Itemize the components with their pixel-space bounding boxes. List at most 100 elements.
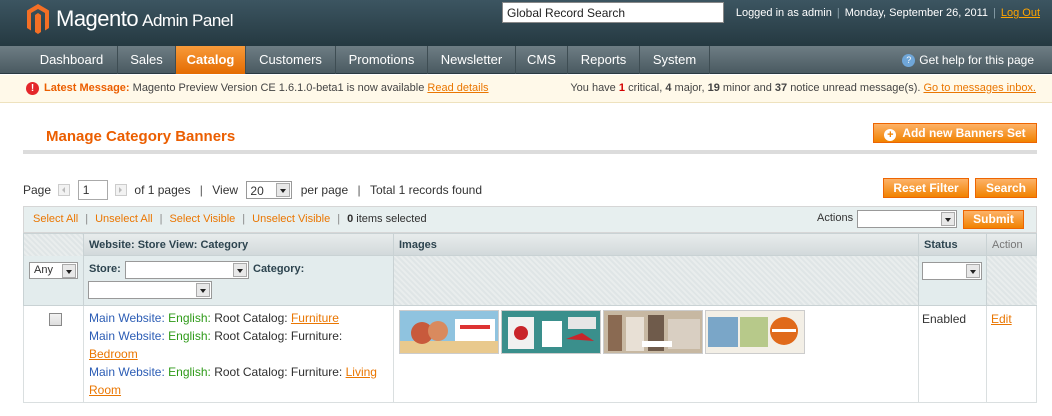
- path-text: Root Catalog:: [214, 311, 288, 325]
- critical-count: 1: [618, 82, 625, 94]
- select-all-link[interactable]: Select All: [33, 213, 78, 225]
- submit-button[interactable]: Submit: [963, 210, 1024, 229]
- unselect-all-link[interactable]: Unselect All: [95, 213, 152, 225]
- global-search-input[interactable]: [502, 2, 724, 23]
- summary-prefix: You have: [570, 82, 616, 94]
- category-link[interactable]: Furniture: [291, 311, 339, 325]
- next-page-icon[interactable]: [115, 183, 128, 196]
- main-nav: Dashboard Sales Catalog Customers Promot…: [0, 46, 1052, 74]
- selected-count: 0: [347, 213, 354, 225]
- of-pages-text: of 1 pages: [134, 182, 191, 197]
- chevron-down-icon: [966, 264, 980, 278]
- column-category[interactable]: Website: Store View: Category: [83, 234, 393, 256]
- grid-header: Website: Store View: Category Images Sta…: [23, 233, 1037, 256]
- nav-promotions[interactable]: Promotions: [336, 46, 428, 74]
- magento-logo-icon: [27, 4, 49, 34]
- action-filter-cell: [986, 256, 1037, 305]
- major-count: 4: [665, 82, 672, 94]
- nav-customers[interactable]: Customers: [246, 46, 336, 74]
- category-link[interactable]: Bedroom: [89, 347, 138, 361]
- brand-name: Magento: [56, 6, 139, 31]
- page-title: Manage Category Banners: [46, 128, 236, 145]
- massaction-links: Select All | Unselect All | Select Visible | U…: [33, 213, 427, 225]
- edit-link[interactable]: Edit: [991, 312, 1012, 326]
- website-text: Main Website:: [89, 329, 165, 343]
- header-user-info: Logged in as admin | Monday, September 26,…: [735, 7, 1040, 19]
- column-status[interactable]: Status: [918, 234, 986, 256]
- minor-label: minor and: [722, 82, 772, 94]
- language-text: English:: [168, 311, 211, 325]
- language-text: English:: [168, 365, 211, 379]
- help-label: Get help for this page: [919, 53, 1034, 67]
- per-page-value: 20: [250, 183, 264, 198]
- status-filter-cell: [918, 256, 986, 305]
- unselect-visible-link[interactable]: Unselect Visible: [252, 213, 330, 225]
- selected-label: items selected: [356, 213, 427, 225]
- add-banners-set-button[interactable]: + Add new Banners Set: [873, 123, 1037, 143]
- minor-count: 19: [707, 82, 720, 94]
- actions-select[interactable]: [857, 210, 957, 228]
- notice-count: 37: [774, 82, 788, 94]
- category-cell: Main Website: English: Root Catalog: Fur…: [83, 306, 393, 402]
- chevron-down-icon: [941, 212, 955, 226]
- page-number-input[interactable]: 1: [77, 179, 108, 200]
- pager: Page 1 of 1 pages | View 20 per page | T…: [23, 179, 482, 200]
- latest-message: Latest Message: Magento Preview Version …: [44, 82, 489, 94]
- category-list: Main Website: English: Root Catalog: Fur…: [89, 309, 389, 399]
- message-summary: You have 1 critical, 4 major, 19 minor a…: [570, 82, 1036, 94]
- search-button[interactable]: Search: [975, 178, 1037, 198]
- notice-bar: ! Latest Message: Magento Preview Versio…: [0, 75, 1052, 103]
- category-filter-label: Category:: [253, 263, 305, 275]
- grid-filter-row: Any Store: Category:: [23, 256, 1037, 306]
- store-filter-select[interactable]: [125, 261, 249, 279]
- messages-inbox-link[interactable]: Go to messages inbox.: [923, 82, 1036, 94]
- brand-subtitle: Admin Panel: [142, 11, 234, 30]
- select-visible-link[interactable]: Select Visible: [169, 213, 235, 225]
- nav-newsletter[interactable]: Newsletter: [428, 46, 516, 74]
- help-icon: ?: [902, 54, 916, 68]
- view-label: View: [212, 182, 239, 197]
- images-cell: [393, 306, 918, 402]
- per-page-text: per page: [300, 182, 349, 197]
- help-link[interactable]: ? Get help for this page: [902, 46, 1034, 74]
- checkbox-column-header: [24, 234, 83, 256]
- language-text: English:: [168, 329, 211, 343]
- category-filter-select[interactable]: [88, 281, 212, 299]
- nav-cms[interactable]: CMS: [516, 46, 568, 74]
- major-label: major,: [674, 82, 705, 94]
- category-line: Main Website: English: Root Catalog: Fur…: [89, 363, 389, 399]
- status-filter-select[interactable]: [922, 262, 982, 280]
- website-text: Main Website:: [89, 311, 165, 325]
- prev-page-icon[interactable]: [58, 183, 71, 196]
- row-checkbox[interactable]: [49, 313, 62, 326]
- nav-system[interactable]: System: [640, 46, 710, 74]
- add-button-label: Add new Banners Set: [902, 126, 1026, 140]
- logged-in-text: Logged in as admin: [735, 7, 832, 19]
- column-action: Action: [986, 234, 1037, 256]
- action-divider: [986, 306, 987, 402]
- nav-reports[interactable]: Reports: [568, 46, 640, 74]
- column-images[interactable]: Images: [393, 234, 918, 256]
- chevron-down-icon: [233, 263, 247, 277]
- chevron-down-icon: [276, 182, 291, 197]
- store-filter-label: Store:: [89, 263, 121, 275]
- per-page-select[interactable]: 20: [246, 180, 293, 199]
- massaction-filter-select[interactable]: Any: [29, 262, 78, 279]
- latest-message-label: Latest Message:: [44, 82, 130, 94]
- chevron-down-icon: [62, 264, 76, 278]
- nav-catalog[interactable]: Catalog: [176, 46, 246, 74]
- reset-filter-button[interactable]: Reset Filter: [883, 178, 969, 198]
- logout-link[interactable]: Log Out: [1001, 7, 1040, 19]
- status-divider: [918, 306, 919, 402]
- read-details-link[interactable]: Read details: [427, 82, 488, 94]
- plus-icon: +: [884, 129, 897, 141]
- images-filter-cell: [393, 256, 918, 305]
- nav-dashboard[interactable]: Dashboard: [26, 46, 118, 74]
- critical-alert-icon: !: [26, 82, 39, 95]
- banner-thumbnail: [603, 310, 703, 354]
- title-divider: [23, 150, 1037, 154]
- page-label: Page: [23, 182, 52, 197]
- banner-thumbnail: [399, 310, 499, 354]
- actions-label: Actions: [817, 212, 854, 224]
- nav-sales[interactable]: Sales: [118, 46, 176, 74]
